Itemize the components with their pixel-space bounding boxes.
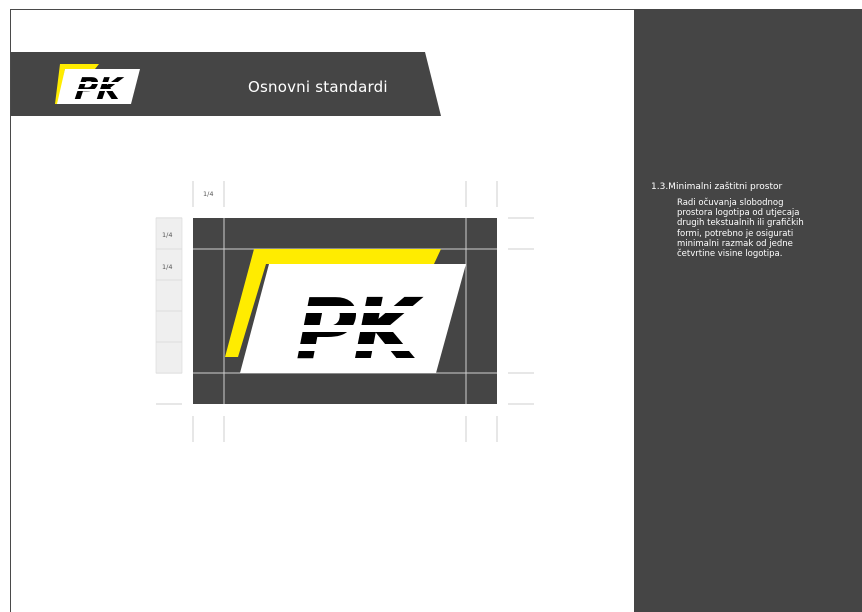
quarter-label-top: 1/4 [203, 190, 214, 198]
left-ruler [155, 217, 183, 374]
quarter-label-left-1: 1/4 [162, 231, 173, 239]
pk-logo-large: PK [225, 249, 466, 378]
clearspace-diagram: PK [155, 181, 534, 442]
section-heading: 1.3.Minimalni zaštitni prostor [651, 182, 783, 192]
pk-logo-header: PK [55, 64, 140, 106]
page-title: Osnovni standardi [248, 78, 388, 96]
quarter-label-left-2: 1/4 [162, 263, 173, 271]
side-panel [634, 9, 862, 612]
section-body: Radi očuvanja slobodnog prostora logotip… [677, 198, 804, 260]
